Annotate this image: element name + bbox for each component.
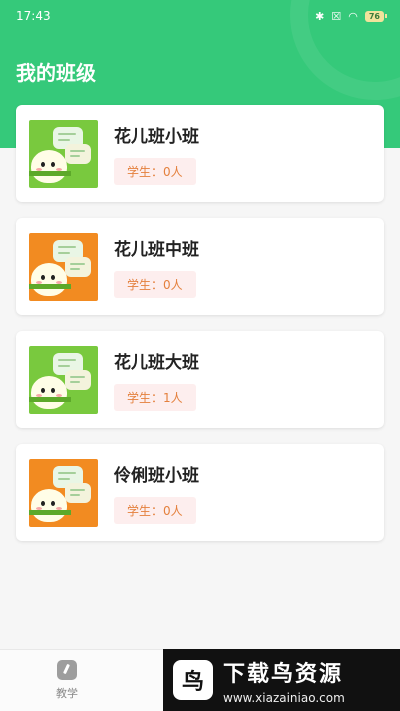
mascot-belt [29,170,71,176]
watermark-title: 下载鸟资源 [223,661,344,687]
class-card[interactable]: 花儿班中班 学生：0人 [16,218,384,315]
student-count-badge: 学生：0人 [114,158,196,185]
class-info: 花儿班大班 学生：1人 [114,348,199,411]
sim-icon: ☒ [331,9,342,23]
class-thumbnail [29,458,98,527]
mascot-belt [29,509,71,515]
chat-bubble-icon [65,369,91,390]
class-list: 花儿班小班 学生：0人 花儿班中班 学生：0人 花儿班大班 学生：1人 伶俐班小… [16,105,384,541]
student-count-badge: 学生：0人 [114,271,196,298]
watermark-banner: 鸟 下载鸟资源 www.xiazainiao.com [163,649,400,711]
bluetooth-icon: ✱ [315,9,325,23]
class-info: 花儿班小班 学生：0人 [114,122,199,185]
mascot-icon [31,488,67,522]
class-thumbnail [29,119,98,188]
class-name: 伶俐班小班 [114,466,199,486]
class-thumbnail [29,232,98,301]
class-card[interactable]: 伶俐班小班 学生：0人 [16,444,384,541]
battery-icon: 76 [364,10,388,22]
watermark-url: www.xiazainiao.com [223,690,345,705]
class-name: 花儿班大班 [114,353,199,373]
nav-item-label: 教学 [56,687,78,700]
nav-item-teaching[interactable]: 教学 [40,660,94,701]
status-bar: 17:43 ✱ ☒ ◠ 76 [0,0,400,32]
watermark-text: 下载鸟资源 www.xiazainiao.com [223,656,345,705]
status-time: 17:43 [16,9,51,23]
class-info: 伶俐班小班 学生：0人 [114,461,199,524]
pencil-icon [57,660,77,680]
mascot-icon [31,375,67,409]
page-title: 我的班级 [16,61,96,85]
status-icons: ✱ ☒ ◠ 76 [315,9,388,23]
wifi-icon: ◠ [348,9,358,23]
chat-bubble-icon [65,256,91,277]
watermark-logo-icon: 鸟 [173,660,213,700]
mascot-belt [29,396,71,402]
class-card[interactable]: 花儿班小班 学生：0人 [16,105,384,202]
class-name: 花儿班小班 [114,127,199,147]
class-card[interactable]: 花儿班大班 学生：1人 [16,331,384,428]
chat-bubble-icon [65,143,91,164]
class-thumbnail [29,345,98,414]
mascot-belt [29,283,71,289]
class-info: 花儿班中班 学生：0人 [114,235,199,298]
mascot-icon [31,149,67,183]
mascot-icon [31,262,67,296]
class-name: 花儿班中班 [114,240,199,260]
chat-bubble-icon [65,482,91,503]
student-count-badge: 学生：1人 [114,384,196,411]
student-count-badge: 学生：0人 [114,497,196,524]
